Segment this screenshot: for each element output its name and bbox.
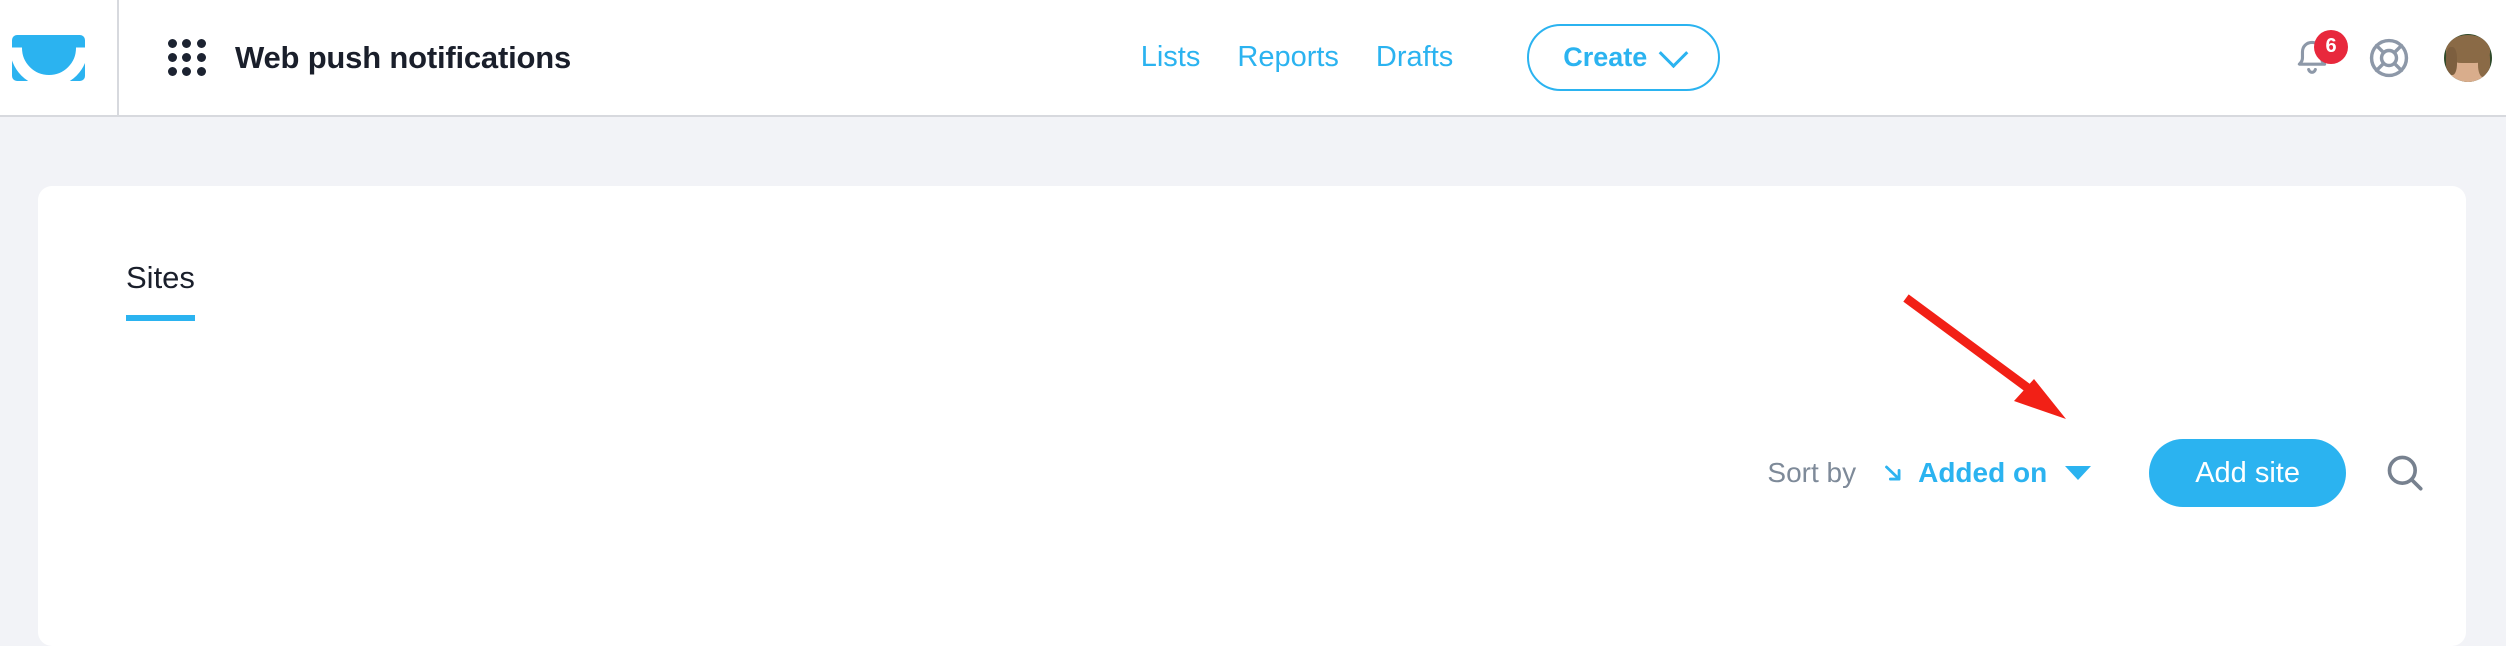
sites-panel: Sites Sort by Added on Add site — [38, 186, 2466, 646]
search-button[interactable] — [2382, 450, 2428, 496]
header-actions: 6 — [2290, 29, 2493, 82]
notification-badge: 6 — [2314, 29, 2349, 64]
tab-sites[interactable]: Sites — [126, 262, 195, 321]
create-button-label: Create — [1563, 42, 1648, 72]
sort-descending-arrow-icon — [1885, 465, 1901, 481]
grid-dot — [196, 67, 206, 77]
chevron-down-icon — [1658, 38, 1689, 69]
sort-by-value: Added on — [1918, 457, 2048, 488]
add-site-button[interactable]: Add site — [2149, 439, 2346, 507]
sort-by-dropdown[interactable]: Added on — [1880, 457, 2092, 489]
nav-link-drafts[interactable]: Drafts — [1376, 41, 1453, 74]
grid-dot — [168, 52, 177, 62]
sites-toolbar: Sort by Added on Add site — [1767, 439, 2428, 507]
panel-tabs: Sites — [126, 262, 195, 321]
grid-dot — [182, 67, 192, 77]
sort-by-label: Sort by — [1767, 457, 1857, 488]
avatar-hair-left — [2446, 46, 2458, 75]
lifebuoy-help-icon[interactable] — [2366, 35, 2412, 81]
search-icon — [2387, 455, 2423, 491]
notifications-button[interactable]: 6 — [2290, 29, 2349, 81]
user-avatar[interactable] — [2444, 33, 2493, 82]
caret-down-icon — [2065, 466, 2092, 480]
nav-link-reports[interactable]: Reports — [1237, 41, 1339, 74]
apps-grid-icon[interactable] — [168, 38, 206, 77]
avatar-hair-right — [2478, 46, 2491, 77]
grid-dot — [168, 67, 177, 77]
grid-dot — [182, 38, 192, 48]
main-navigation: Lists Reports Drafts Create — [1141, 24, 1721, 91]
getresponse-envelope-logo-icon[interactable] — [12, 34, 85, 81]
page-title: Web push notifications — [235, 39, 572, 75]
brand-logo-zone[interactable] — [0, 0, 119, 115]
create-button[interactable]: Create — [1527, 24, 1721, 91]
nav-link-lists[interactable]: Lists — [1141, 41, 1201, 74]
grid-dot — [196, 52, 206, 62]
top-header-bar: Web push notifications Lists Reports Dra… — [0, 0, 2506, 117]
grid-dot — [182, 52, 192, 62]
grid-dot — [196, 38, 206, 48]
grid-dot — [168, 38, 177, 48]
